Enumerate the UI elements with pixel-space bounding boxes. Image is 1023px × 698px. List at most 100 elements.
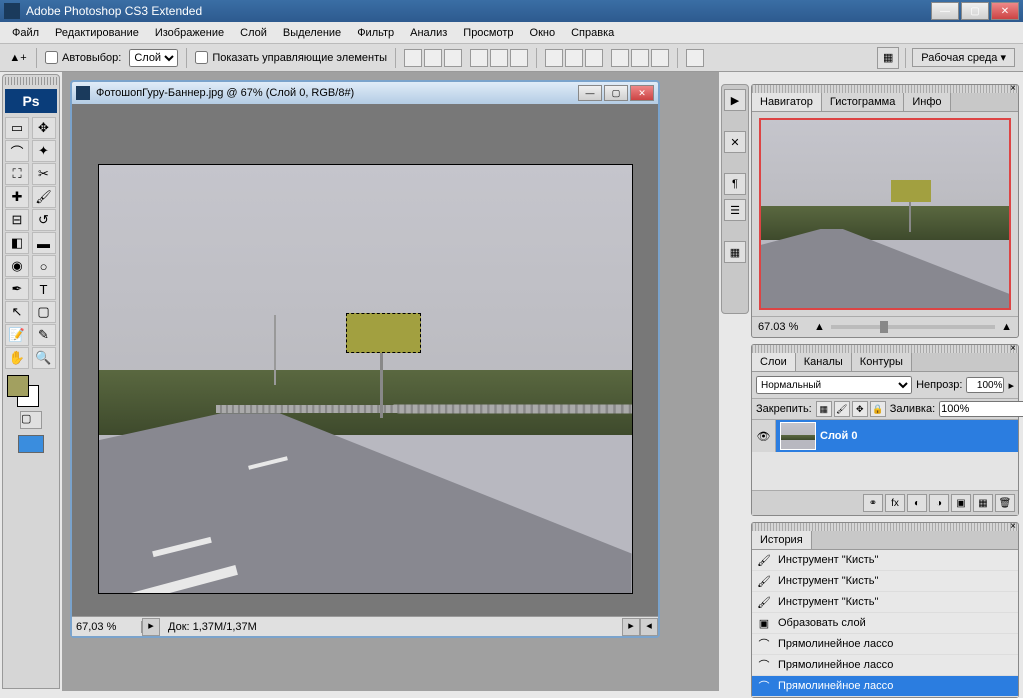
pen-tool[interactable]: ✒ bbox=[5, 278, 29, 300]
dist-btn-5[interactable] bbox=[631, 49, 649, 67]
adjustment-icon[interactable]: ◑ bbox=[929, 494, 949, 512]
doc-close-button[interactable]: ✕ bbox=[630, 85, 654, 101]
stamp-tool[interactable]: ⊟ bbox=[5, 209, 29, 231]
show-controls-checkbox[interactable]: Показать управляющие элементы bbox=[195, 51, 387, 64]
folder-icon[interactable]: ▣ bbox=[951, 494, 971, 512]
autoselect-dropdown[interactable]: Слой bbox=[129, 49, 178, 67]
bridge-icon[interactable]: ▦ bbox=[877, 47, 899, 69]
slice-tool[interactable]: ✂ bbox=[32, 163, 56, 185]
zoom-out-icon[interactable]: ▲ bbox=[814, 321, 825, 333]
navigator-zoom[interactable]: 67.03 % bbox=[758, 321, 808, 333]
lock-transparent-icon[interactable]: ▦ bbox=[816, 401, 832, 417]
screen-mode-btn[interactable] bbox=[18, 435, 44, 453]
zoom-tool[interactable]: 🔍 bbox=[32, 347, 56, 369]
menu-analysis[interactable]: Анализ bbox=[402, 27, 455, 39]
dock-btn-4[interactable]: ☰ bbox=[724, 199, 746, 221]
history-item[interactable]: ⌒Прямолинейное лассо bbox=[752, 676, 1018, 697]
history-item[interactable]: ▣Образовать слой bbox=[752, 613, 1018, 634]
history-item[interactable]: 🖌Инструмент "Кисть" bbox=[752, 592, 1018, 613]
gradient-tool[interactable]: ▬ bbox=[32, 232, 56, 254]
standard-mode-btn[interactable]: ▢ bbox=[20, 411, 42, 429]
blend-mode-dropdown[interactable]: Нормальный bbox=[756, 376, 912, 394]
minimize-button[interactable]: — bbox=[931, 2, 959, 20]
move-tool[interactable]: ✥ bbox=[32, 117, 56, 139]
menu-view[interactable]: Просмотр bbox=[455, 27, 521, 39]
marquee-tool[interactable]: ▭ bbox=[5, 117, 29, 139]
align-btn-1[interactable] bbox=[404, 49, 422, 67]
align-btn-5[interactable] bbox=[490, 49, 508, 67]
panel-close-icon[interactable]: × bbox=[1010, 343, 1016, 354]
selection-marquee[interactable] bbox=[346, 313, 421, 353]
menu-window[interactable]: Окно bbox=[522, 27, 564, 39]
zoom-in-icon[interactable]: ▲ bbox=[1001, 321, 1012, 333]
layer-row[interactable]: 👁 Слой 0 bbox=[752, 420, 1018, 452]
link-layers-icon[interactable]: ⚭ bbox=[863, 494, 883, 512]
eyedropper-tool[interactable]: ✎ bbox=[32, 324, 56, 346]
fx-icon[interactable]: fx bbox=[885, 494, 905, 512]
menu-filter[interactable]: Фильтр bbox=[349, 27, 402, 39]
scroll-left[interactable]: ◂ bbox=[640, 618, 658, 636]
menu-file[interactable]: Файл bbox=[4, 27, 47, 39]
dist-btn-1[interactable] bbox=[545, 49, 563, 67]
tab-navigator[interactable]: Навигатор bbox=[752, 93, 822, 111]
autoselect-checkbox[interactable]: Автовыбор: bbox=[45, 51, 121, 64]
tab-channels[interactable]: Каналы bbox=[796, 353, 852, 371]
tools-grip[interactable] bbox=[5, 77, 57, 85]
tab-paths[interactable]: Контуры bbox=[852, 353, 912, 371]
tab-layers[interactable]: Слои bbox=[752, 353, 796, 371]
navigator-preview[interactable] bbox=[759, 118, 1011, 310]
lock-paint-icon[interactable]: 🖌 bbox=[834, 401, 850, 417]
path-tool[interactable]: ↖ bbox=[5, 301, 29, 323]
lasso-tool[interactable]: ⌒ bbox=[5, 140, 29, 162]
doc-minimize-button[interactable]: — bbox=[578, 85, 602, 101]
foreground-color[interactable] bbox=[7, 375, 29, 397]
shape-tool[interactable]: ▢ bbox=[32, 301, 56, 323]
canvas[interactable] bbox=[98, 164, 633, 594]
history-item[interactable]: ⌒Прямолинейное лассо bbox=[752, 634, 1018, 655]
dist-btn-4[interactable] bbox=[611, 49, 629, 67]
new-layer-icon[interactable]: ▦ bbox=[973, 494, 993, 512]
workspace-dropdown[interactable]: Рабочая среда ▾ bbox=[912, 48, 1015, 67]
navigator-slider[interactable] bbox=[831, 325, 995, 329]
heal-tool[interactable]: ✚ bbox=[5, 186, 29, 208]
crop-tool[interactable]: ⛶ bbox=[5, 163, 29, 185]
panel-close-icon[interactable]: × bbox=[1010, 83, 1016, 94]
align-btn-6[interactable] bbox=[510, 49, 528, 67]
history-item[interactable]: 🖌Инструмент "Кисть" bbox=[752, 550, 1018, 571]
opacity-field[interactable] bbox=[966, 377, 1004, 393]
trash-icon[interactable]: 🗑 bbox=[995, 494, 1015, 512]
menu-layer[interactable]: Слой bbox=[232, 27, 275, 39]
menu-edit[interactable]: Редактирование bbox=[47, 27, 147, 39]
status-arrow-r[interactable]: ▸ bbox=[622, 618, 640, 636]
dock-btn-2[interactable]: ✕ bbox=[724, 131, 746, 153]
fill-field[interactable] bbox=[939, 401, 1023, 417]
lock-all-icon[interactable]: 🔒 bbox=[870, 401, 886, 417]
eraser-tool[interactable]: ◧ bbox=[5, 232, 29, 254]
dock-btn-5[interactable]: ▦ bbox=[724, 241, 746, 263]
align-btn-2[interactable] bbox=[424, 49, 442, 67]
zoom-field[interactable]: 67,03 % bbox=[72, 621, 142, 633]
visibility-icon[interactable]: 👁 bbox=[752, 420, 776, 452]
menu-help[interactable]: Справка bbox=[563, 27, 622, 39]
type-tool[interactable]: T bbox=[32, 278, 56, 300]
document-titlebar[interactable]: ФотошопГуру-Баннер.jpg @ 67% (Слой 0, RG… bbox=[72, 82, 658, 104]
menu-image[interactable]: Изображение bbox=[147, 27, 232, 39]
mask-icon[interactable]: ◐ bbox=[907, 494, 927, 512]
opacity-arrow-icon[interactable]: ▸ bbox=[1008, 379, 1014, 392]
layer-thumbnail[interactable] bbox=[780, 422, 816, 450]
lock-move-icon[interactable]: ✥ bbox=[852, 401, 868, 417]
brush-tool[interactable]: 🖌 bbox=[32, 186, 56, 208]
align-btn-3[interactable] bbox=[444, 49, 462, 67]
layer-name[interactable]: Слой 0 bbox=[820, 430, 857, 442]
align-btn-4[interactable] bbox=[470, 49, 488, 67]
history-item[interactable]: ⌒Прямолинейное лассо bbox=[752, 655, 1018, 676]
dock-btn-1[interactable]: ▶ bbox=[724, 89, 746, 111]
history-item[interactable]: 🖌Инструмент "Кисть" bbox=[752, 571, 1018, 592]
history-brush-tool[interactable]: ↺ bbox=[32, 209, 56, 231]
blur-tool[interactable]: ◉ bbox=[5, 255, 29, 277]
maximize-button[interactable]: ▢ bbox=[961, 2, 989, 20]
dist-btn-2[interactable] bbox=[565, 49, 583, 67]
color-swatches[interactable] bbox=[3, 371, 59, 407]
close-button[interactable]: ✕ bbox=[991, 2, 1019, 20]
status-arrow[interactable]: ▸ bbox=[142, 618, 160, 636]
